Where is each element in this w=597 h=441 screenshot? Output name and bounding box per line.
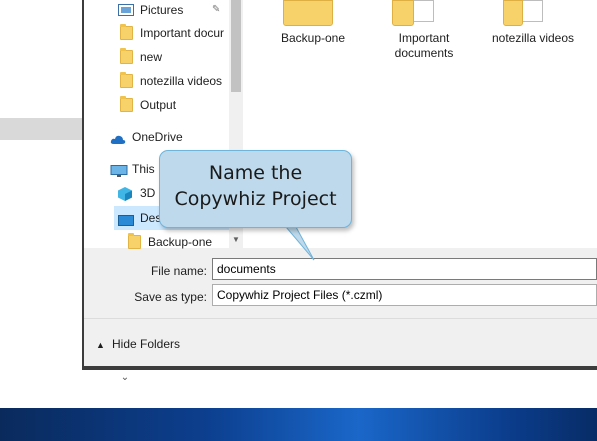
callout-text: Name the Copywhiz Project — [174, 162, 337, 210]
pin-icon[interactable]: ✎ — [212, 0, 220, 21]
folder-icon — [120, 72, 133, 88]
pictures-icon — [118, 4, 134, 16]
background-toolbar-strip — [0, 118, 84, 140]
file-item-notezilla-videos[interactable]: notezilla videos — [483, 0, 583, 48]
folder-icon — [120, 24, 133, 40]
dialog-divider — [84, 318, 597, 319]
callout-pointer — [284, 226, 315, 261]
filename-label: File name: — [150, 264, 207, 278]
desktop-icon — [118, 212, 134, 226]
onedrive-icon — [110, 131, 126, 144]
folder-icon — [120, 96, 133, 112]
saveas-type-label: Save as type: — [134, 290, 207, 304]
chevron-up-icon: ▲ — [96, 340, 105, 350]
filename-input[interactable]: documents — [212, 258, 597, 280]
desktop-taskbar — [0, 408, 597, 441]
folder-icon — [503, 0, 523, 26]
file-item-backup-one[interactable]: Backup-one — [263, 0, 363, 60]
scroll-down-arrow-icon[interactable]: ▼ — [229, 232, 243, 248]
folder-icon — [120, 48, 133, 64]
this-pc-icon — [110, 163, 128, 177]
folder-icon — [128, 233, 141, 249]
hide-folders-button[interactable]: ▲ Hide Folders — [96, 334, 180, 354]
nav-scrollbar-thumb[interactable] — [231, 0, 241, 92]
3d-objects-icon — [118, 186, 132, 201]
file-item-important-documents[interactable]: Important documents — [374, 0, 474, 62]
folder-icon — [283, 0, 333, 26]
saveas-type-select[interactable]: Copywhiz Project Files (*.czml) — [212, 284, 597, 306]
folder-icon — [392, 0, 414, 26]
chevron-down-icon[interactable]: ⌄ — [118, 371, 132, 385]
